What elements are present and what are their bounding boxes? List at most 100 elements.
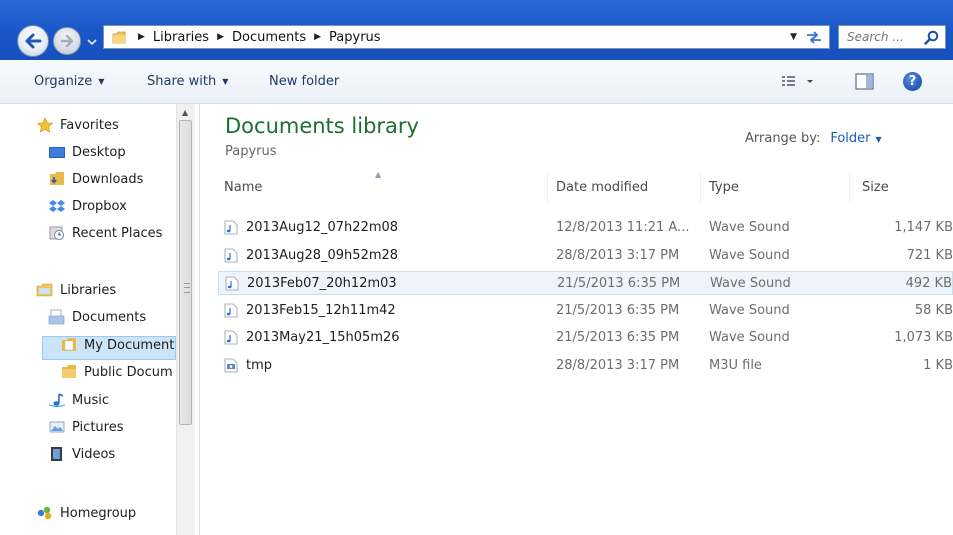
arrange-by: Arrange by: Folder ▼ — [745, 131, 882, 146]
chevron-right-icon[interactable]: ▶ — [138, 32, 145, 42]
command-bar: Organize ▼ Share with ▼ New folder ? — [0, 60, 953, 104]
file-name: 2013Aug12_07h22m08 — [246, 220, 399, 235]
arrange-by-value: Folder — [830, 131, 871, 146]
tree-item-public-documents[interactable]: Public Docum — [60, 364, 173, 380]
wave-file-icon — [224, 220, 238, 235]
file-row[interactable]: 2013Aug12_07h22m08 12/8/2013 11:21 A... … — [218, 216, 953, 240]
forward-arrow-icon — [60, 35, 74, 47]
breadcrumb-papyrus[interactable]: Papyrus — [329, 30, 381, 45]
file-name-cell: 2013Aug28_09h52m28 — [224, 248, 398, 263]
file-name: 2013May21_15h05m26 — [246, 330, 400, 345]
change-view-icon[interactable] — [780, 72, 820, 92]
library-title: Documents library — [225, 114, 419, 138]
file-name: 2013Aug28_09h52m28 — [246, 248, 399, 263]
folder-icon — [62, 365, 76, 378]
tree-item-label: Recent Places — [72, 225, 163, 241]
file-name-cell: 2013Feb15_12h11m42 — [224, 303, 396, 318]
file-size: 1,147 KB — [894, 220, 953, 235]
scrollbar-thumb[interactable] — [179, 120, 192, 425]
tree-item-downloads[interactable]: Downloads — [48, 171, 143, 187]
share-with-label: Share with — [147, 74, 217, 89]
tree-item-my-documents[interactable]: My Document — [60, 337, 174, 353]
column-header-size[interactable]: Size — [862, 180, 889, 195]
chevron-down-icon: ▼ — [98, 77, 105, 86]
file-row[interactable]: 2013May21_15h05m26 21/5/2013 6:35 PM Wav… — [218, 326, 953, 350]
tree-item-label: Music — [72, 392, 109, 408]
file-name-cell: 2013Feb07_20h12m03 — [225, 276, 397, 291]
file-name: tmp — [246, 358, 273, 373]
column-header-type[interactable]: Type — [709, 180, 739, 195]
star-icon — [36, 117, 54, 133]
address-bar[interactable]: ▶ Libraries ▶ Documents ▶ Papyrus ▼ — [103, 25, 830, 49]
new-folder-label: New folder — [269, 74, 340, 89]
file-date: 12/8/2013 11:21 A... — [556, 220, 690, 235]
file-date: 21/5/2013 6:35 PM — [556, 330, 680, 345]
file-row[interactable]: 2013Aug28_09h52m28 28/8/2013 3:17 PM Wav… — [218, 244, 953, 268]
sort-ascending-icon: ▲ — [375, 170, 382, 179]
search-input[interactable] — [845, 29, 925, 45]
file-row[interactable]: 2013Feb15_12h11m42 21/5/2013 6:35 PM Wav… — [218, 299, 953, 323]
share-with-button[interactable]: Share with ▼ — [147, 74, 228, 89]
tree-item-videos[interactable]: Videos — [48, 446, 115, 462]
tree-item-label: Desktop — [72, 144, 126, 160]
tree-item-recent-places[interactable]: Recent Places — [48, 225, 162, 241]
address-history-dropdown-icon[interactable]: ▼ — [790, 32, 797, 42]
tree-item-homegroup[interactable]: Homegroup — [36, 505, 136, 521]
tree-item-label: Homegroup — [60, 505, 137, 521]
chevron-right-icon[interactable]: ▶ — [314, 32, 321, 42]
m3u-file-icon — [224, 358, 238, 373]
file-size: 1,073 KB — [894, 330, 953, 345]
navigation-pane-scrollbar[interactable]: ▲ — [176, 104, 195, 535]
documents-library-icon — [48, 309, 65, 325]
search-icon[interactable] — [924, 30, 939, 45]
file-type: Wave Sound — [709, 330, 790, 345]
recent-locations-dropdown-icon[interactable] — [86, 37, 98, 47]
column-header-name[interactable]: Name — [224, 180, 262, 195]
column-header-date-modified[interactable]: Date modified — [556, 180, 648, 195]
libraries-icon — [36, 283, 53, 297]
back-button[interactable] — [17, 25, 49, 57]
refresh-icon[interactable] — [805, 29, 823, 45]
scroll-up-icon[interactable]: ▲ — [182, 108, 188, 117]
search-box[interactable] — [838, 25, 946, 49]
tree-item-favorites[interactable]: Favorites — [36, 117, 119, 133]
tree-item-dropbox[interactable]: Dropbox — [48, 198, 127, 214]
organize-button[interactable]: Organize ▼ — [34, 74, 104, 89]
chevron-down-icon: ▼ — [222, 77, 229, 86]
file-row-hovered[interactable]: 2013Feb07_20h12m03 21/5/2013 6:35 PM Wav… — [218, 271, 953, 295]
tree-item-libraries[interactable]: Libraries — [36, 282, 116, 298]
organize-label: Organize — [34, 74, 93, 89]
tree-item-label: Downloads — [72, 171, 144, 187]
library-subtitle: Papyrus — [225, 144, 277, 159]
new-folder-button[interactable]: New folder — [269, 74, 339, 89]
folder-icon — [62, 338, 76, 351]
column-separator[interactable] — [700, 172, 701, 202]
tree-item-music[interactable]: Music — [48, 392, 109, 408]
pictures-icon — [49, 421, 65, 433]
preview-pane-icon[interactable] — [855, 73, 874, 90]
forward-button[interactable] — [53, 27, 81, 55]
tree-item-pictures[interactable]: Pictures — [48, 419, 123, 435]
arrange-by-label: Arrange by: — [745, 131, 821, 146]
column-separator[interactable] — [849, 172, 850, 202]
file-name: 2013Feb15_12h11m42 — [246, 303, 396, 318]
breadcrumb-libraries[interactable]: Libraries — [153, 30, 209, 45]
help-icon[interactable]: ? — [903, 72, 922, 91]
file-type: Wave Sound — [709, 220, 790, 235]
tree-item-label: Favorites — [60, 117, 119, 133]
column-separator[interactable] — [547, 172, 548, 202]
file-row[interactable]: tmp 28/8/2013 3:17 PM M3U file 1 KB — [218, 354, 953, 378]
breadcrumb-documents[interactable]: Documents — [232, 30, 306, 45]
file-name-cell: 2013Aug12_07h22m08 — [224, 220, 398, 235]
tree-item-documents[interactable]: Documents — [48, 309, 146, 325]
wave-file-icon — [224, 330, 238, 345]
back-arrow-icon — [25, 33, 42, 49]
desktop-icon — [49, 147, 65, 158]
arrange-by-dropdown[interactable]: Folder ▼ — [830, 131, 881, 146]
folder-icon — [112, 31, 126, 43]
tree-item-label: Public Docum — [84, 364, 173, 380]
music-icon — [48, 393, 66, 408]
tree-item-desktop[interactable]: Desktop — [48, 144, 126, 160]
wave-file-icon — [225, 276, 239, 291]
chevron-right-icon[interactable]: ▶ — [217, 32, 224, 42]
